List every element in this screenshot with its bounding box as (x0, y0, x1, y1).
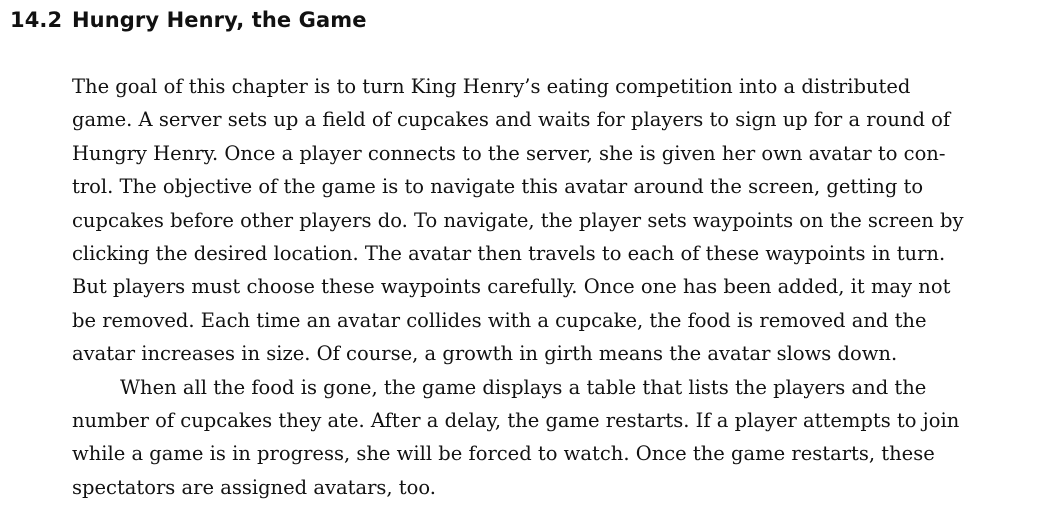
text-line: The goal of this chapter is to turn King… (72, 75, 911, 98)
text-line: cupcakes before other players do. To nav… (72, 208, 964, 232)
text-line: But players must choose these waypoints … (72, 275, 951, 299)
text-line: spectators are assigned avatars, too. (72, 475, 436, 499)
text-line: be removed. Each time an avatar collides… (72, 308, 927, 332)
text-line: Hungry Henry. Once a player connects to … (72, 141, 946, 165)
text-line: while a game is in progress, she will be… (72, 442, 935, 466)
text-line: clicking the desired location. The avata… (72, 242, 946, 266)
body-text: The goal of this chapter is to turn King… (72, 70, 1032, 504)
text-line: trol. The objective of the game is to na… (72, 175, 924, 199)
text-line: number of cupcakes they ate. After a del… (72, 409, 960, 433)
text-line: When all the food is gone, the game disp… (120, 375, 927, 399)
section-heading: 14.2 Hungry Henry, the Game (10, 3, 367, 37)
section-title: Hungry Henry, the Game (72, 8, 367, 32)
text-line: avatar increases in size. Of course, a g… (72, 342, 898, 366)
section-number: 14.2 (10, 8, 63, 32)
paragraph-1: The goal of this chapter is to turn King… (72, 70, 1032, 371)
text-line: game. A server sets up a field of cupcak… (72, 108, 951, 132)
paragraph-2: When all the food is gone, the game disp… (72, 371, 1032, 505)
